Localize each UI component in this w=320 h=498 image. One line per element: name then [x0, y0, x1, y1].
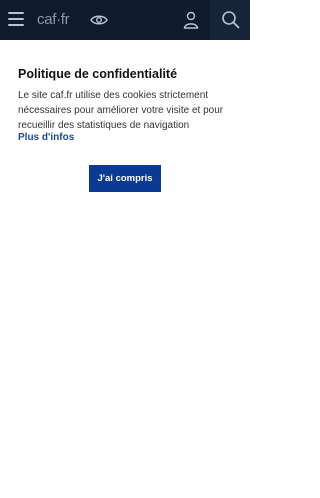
cookie-banner-text: Le site caf.fr utilise des cookies stric… — [18, 90, 224, 131]
eye-icon[interactable] — [90, 12, 108, 28]
more-info-link[interactable]: Plus d'infos — [18, 132, 74, 143]
search-icon — [222, 11, 240, 29]
user-icon[interactable] — [183, 11, 199, 29]
cookie-consent-panel: Politique de confidentialité Le site caf… — [0, 40, 250, 498]
cookie-banner-title: Politique de confidentialité — [18, 67, 178, 81]
search-button[interactable] — [210, 0, 250, 40]
caf-logo[interactable]: caf·fr — [37, 11, 70, 28]
top-header: caf·fr — [0, 0, 250, 40]
accept-cookies-button[interactable]: J'ai compris — [89, 165, 161, 192]
hamburger-menu-icon[interactable] — [8, 12, 24, 26]
